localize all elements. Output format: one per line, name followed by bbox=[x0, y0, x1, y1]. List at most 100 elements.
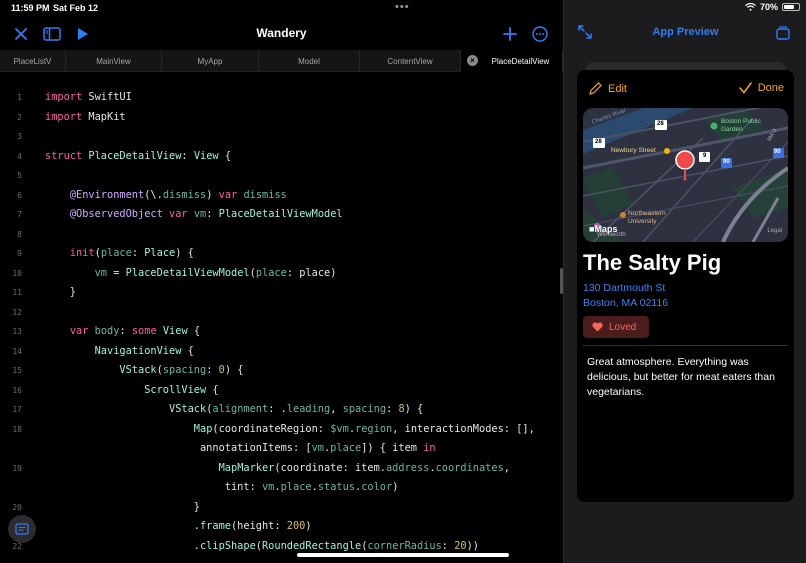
code-token: (height: bbox=[230, 520, 287, 532]
line-number: 5 bbox=[17, 171, 22, 180]
code-line[interactable]: 5 bbox=[0, 166, 556, 186]
code-line[interactable]: 16 ScrollView { bbox=[0, 381, 556, 401]
code-token: $vm bbox=[330, 422, 349, 435]
tab-contentview[interactable]: ContentView bbox=[360, 50, 461, 72]
code-line[interactable]: 15 VStack(spacing: 0) { bbox=[0, 361, 556, 381]
code-token: . bbox=[45, 520, 200, 532]
address-line-2[interactable]: Boston, MA 02116 bbox=[583, 297, 668, 309]
code-line[interactable]: 3 bbox=[0, 127, 556, 147]
tab-label: MyApp bbox=[197, 56, 223, 66]
code-line[interactable]: 9 init(place: Place) { bbox=[0, 244, 556, 264]
code-token: tint: bbox=[45, 481, 262, 493]
code-token: : bbox=[206, 364, 219, 376]
status-date: Sat Feb 12 bbox=[53, 3, 99, 13]
code-token: : bbox=[386, 403, 399, 415]
tab-label: Model bbox=[298, 56, 320, 66]
tab-mainview[interactable]: MainView bbox=[66, 50, 162, 72]
code-token: 20 bbox=[454, 539, 467, 552]
code-line[interactable]: 11 } bbox=[0, 283, 556, 303]
tab-myapp[interactable]: MyApp bbox=[162, 50, 259, 72]
tab-placedetailview[interactable]: × PlaceDetailView bbox=[461, 50, 563, 72]
code-line[interactable]: annotationItems: [vm.place]) { item in bbox=[0, 439, 556, 459]
line-number: 10 bbox=[12, 268, 22, 278]
line-number: 17 bbox=[12, 405, 22, 414]
code-token: { bbox=[181, 344, 194, 357]
code-token: 200 bbox=[286, 520, 306, 532]
map-view[interactable]: Charles River 28 28 9 90 90 Boston Publi… bbox=[583, 108, 788, 242]
home-indicator[interactable] bbox=[297, 553, 509, 557]
code-text: annotationItems: [vm.place]) { item in bbox=[45, 439, 436, 459]
code-line[interactable]: 4 struct PlaceDetailView: View { bbox=[0, 147, 556, 167]
stack-icon[interactable] bbox=[775, 24, 791, 45]
code-token: status bbox=[317, 481, 355, 493]
code-line[interactable]: 19 MapMarker(coordinate: item.address.co… bbox=[0, 459, 556, 479]
console-toggle-button[interactable] bbox=[8, 515, 36, 543]
code-line[interactable]: tint: vm.place.status.color) bbox=[0, 478, 556, 498]
code-line[interactable]: 6 @Environment(\.dismiss) var dismiss bbox=[0, 186, 556, 206]
code-line[interactable]: 13 var body: some View { bbox=[0, 322, 556, 342]
map-label-route-28: 28 bbox=[657, 121, 664, 127]
close-tab-icon[interactable]: × bbox=[467, 55, 478, 66]
code-token: @Environment bbox=[69, 188, 145, 201]
code-line[interactable]: 8 bbox=[0, 225, 556, 245]
apple-maps-logo: ■Maps bbox=[589, 224, 618, 234]
line-number: 16 bbox=[12, 385, 22, 395]
code-token: } bbox=[45, 286, 76, 298]
tab-placelistview[interactable]: PlaceListV bbox=[0, 50, 66, 72]
code-line[interactable]: 18 Map(coordinateRegion: $vm.region, int… bbox=[0, 420, 556, 440]
code-line[interactable]: 20 } bbox=[0, 498, 556, 518]
map-label-northeastern: Northeastern bbox=[628, 210, 666, 217]
code-line[interactable]: 17 VStack(alignment: .leading, spacing: … bbox=[0, 400, 556, 420]
code-line[interactable]: 12 bbox=[0, 303, 556, 323]
done-label: Done bbox=[757, 82, 784, 94]
line-number: 11 bbox=[12, 288, 22, 297]
code-text: NavigationView { bbox=[45, 342, 194, 362]
line-number: 2 bbox=[17, 112, 22, 122]
code-token: some bbox=[131, 325, 157, 337]
done-button[interactable]: Done bbox=[738, 82, 784, 94]
code-token: , bbox=[503, 461, 510, 474]
source-code[interactable]: 1 import SwiftUI 2 import MapKit 3 4 struct Pl… bbox=[0, 88, 556, 556]
code-token: annotationItems: [ bbox=[45, 442, 312, 454]
line-number: 6 bbox=[17, 190, 22, 200]
edit-button[interactable]: Edit bbox=[589, 82, 627, 95]
code-line[interactable]: 10 vm = PlaceDetailViewModel(place: plac… bbox=[0, 264, 556, 284]
code-token: } bbox=[45, 500, 200, 513]
code-token: dismiss bbox=[162, 188, 207, 201]
code-token: ) bbox=[305, 520, 312, 532]
code-token: : bbox=[181, 149, 194, 162]
tab-model[interactable]: Model bbox=[259, 50, 360, 72]
code-line[interactable]: 2 import MapKit bbox=[0, 108, 556, 128]
legal-link[interactable]: Legal bbox=[767, 228, 782, 234]
multitasking-dots-icon[interactable]: ••• bbox=[395, 1, 410, 13]
code-token: : bbox=[206, 208, 219, 220]
code-token: = bbox=[107, 266, 126, 279]
loved-badge[interactable]: Loved bbox=[583, 316, 649, 338]
line-number: 19 bbox=[12, 463, 22, 473]
code-token: ]) { item bbox=[361, 442, 424, 454]
address-line-1[interactable]: 130 Dartmouth St bbox=[583, 282, 665, 294]
code-token: dismiss bbox=[243, 188, 287, 201]
code-line[interactable]: 1 import SwiftUI bbox=[0, 88, 556, 108]
line-number: 4 bbox=[17, 151, 22, 161]
divider bbox=[583, 345, 788, 346]
code-token: PlaceDetailViewModel bbox=[125, 266, 250, 279]
map-label-route-90b: 90 bbox=[774, 149, 781, 155]
code-line[interactable]: 7 @ObservedObject var vm: PlaceDetailVie… bbox=[0, 205, 556, 225]
status-time: 11:59 PM bbox=[11, 3, 50, 13]
plus-icon[interactable] bbox=[500, 24, 520, 44]
code-line[interactable]: 14 NavigationView { bbox=[0, 342, 556, 362]
tab-label: ContentView bbox=[387, 56, 433, 66]
ellipsis-circle-icon[interactable] bbox=[530, 24, 550, 44]
code-text: VStack(alignment: .leading, spacing: 8) … bbox=[45, 400, 423, 420]
code-token: : . bbox=[268, 403, 287, 415]
code-text: VStack(spacing: 0) { bbox=[45, 361, 243, 381]
code-token: body bbox=[94, 325, 120, 337]
code-token: ScrollView bbox=[144, 383, 207, 396]
code-line[interactable]: 21 .frame(height: 200) bbox=[0, 517, 556, 537]
code-token: @ObservedObject bbox=[69, 208, 163, 220]
